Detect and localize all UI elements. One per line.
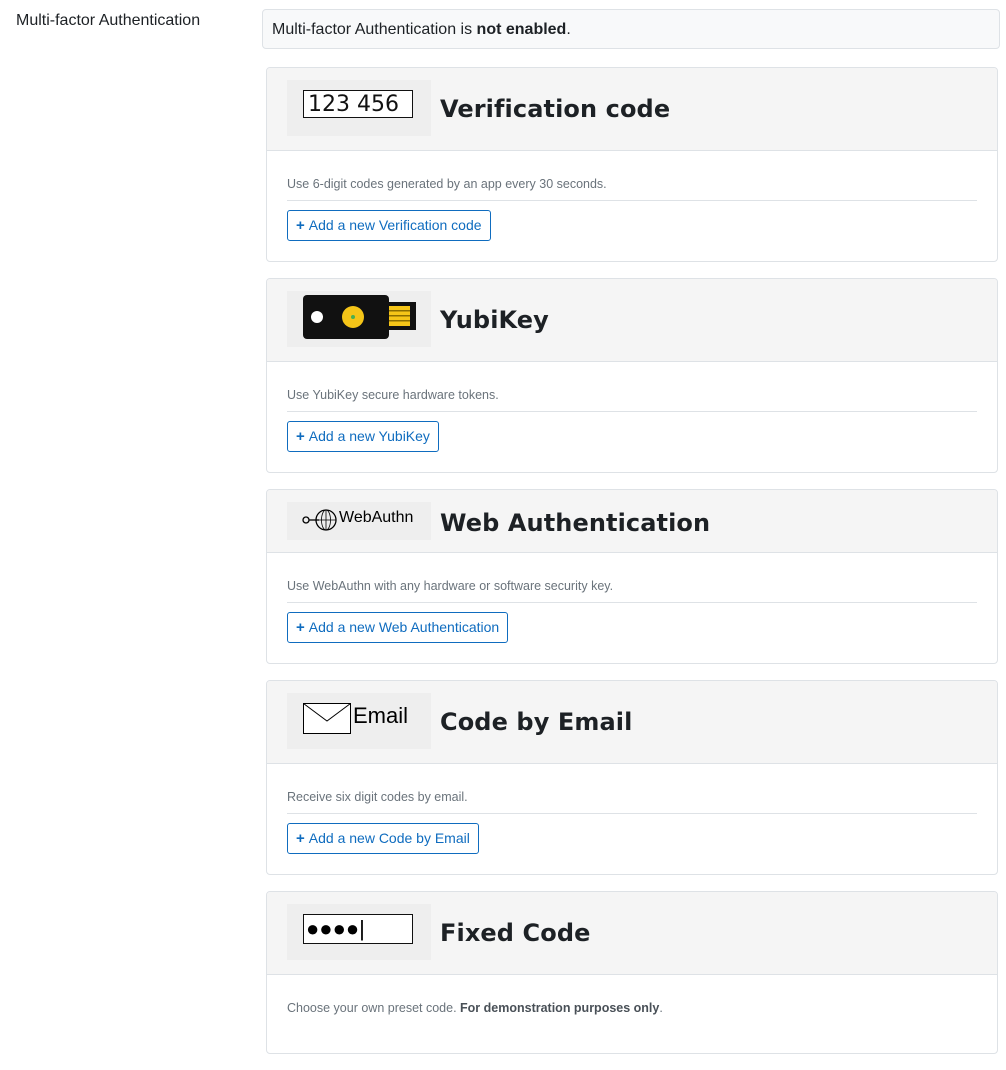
description-suffix: . xyxy=(659,1001,663,1015)
card-description: Choose your own preset code. For demonst… xyxy=(287,1001,977,1024)
card-header: ●●●●| Fixed Code xyxy=(267,892,997,975)
status-prefix: Multi-factor Authentication is xyxy=(272,21,477,38)
plus-icon: + xyxy=(296,428,305,445)
masked-code-logo-text: ●●●●| xyxy=(303,914,413,944)
card-description: Receive six digit codes by email. xyxy=(287,790,977,814)
card-description: Use YubiKey secure hardware tokens. xyxy=(287,388,977,412)
card-header: YubiKey xyxy=(267,279,997,362)
add-yubikey-button[interactable]: + Add a new YubiKey xyxy=(287,421,439,452)
email-logo: Email xyxy=(287,693,431,749)
fixed-code-logo: ●●●●| xyxy=(287,904,431,960)
card-body: Use YubiKey secure hardware tokens. + Add… xyxy=(267,362,997,472)
button-label: Add a new Code by Email xyxy=(308,830,470,846)
card-header: Email Code by Email xyxy=(267,681,997,764)
factor-card-totp: 123 456 Verification code Use 6-digit co… xyxy=(266,67,998,262)
yubikey-icon xyxy=(303,295,416,339)
card-header: 123 456 Verification code xyxy=(267,68,997,151)
plus-icon: + xyxy=(296,217,305,234)
card-body: Use WebAuthn with any hardware or softwa… xyxy=(267,553,997,663)
description-text: Choose your own preset code. xyxy=(287,1001,461,1015)
totp-logo: 123 456 xyxy=(287,80,431,136)
card-description: Use WebAuthn with any hardware or softwa… xyxy=(287,579,977,603)
webauthn-logo: WebAuthn xyxy=(287,502,431,540)
mfa-status-notice: Multi-factor Authentication is not enabl… xyxy=(262,9,1000,49)
add-webauthn-button[interactable]: + Add a new Web Authentication xyxy=(287,612,509,643)
email-logo-text: Email xyxy=(353,703,409,728)
factor-card-fixed-code: ●●●●| Fixed Code Choose your own preset … xyxy=(266,891,998,1054)
card-body: Use 6-digit codes generated by an app ev… xyxy=(267,151,997,261)
add-verification-code-button[interactable]: + Add a new Verification code xyxy=(287,210,491,241)
card-title: Verification code xyxy=(440,95,671,123)
card-title: Web Authentication xyxy=(440,509,711,537)
card-description: Use 6-digit codes generated by an app ev… xyxy=(287,177,977,201)
card-title: YubiKey xyxy=(440,306,549,334)
factor-card-yubikey: YubiKey Use YubiKey secure hardware toke… xyxy=(266,278,998,473)
webauthn-logo-text: WebAuthn xyxy=(339,509,414,526)
card-body: Choose your own preset code. For demonst… xyxy=(267,975,997,1053)
card-title: Fixed Code xyxy=(440,919,591,947)
factor-list: 123 456 Verification code Use 6-digit co… xyxy=(266,67,998,1070)
key-globe-icon xyxy=(302,509,337,531)
card-title: Code by Email xyxy=(440,708,633,736)
card-header: WebAuthn Web Authentication xyxy=(267,490,997,553)
description-bold: For demonstration purposes only xyxy=(460,1001,660,1015)
factor-card-webauthn: WebAuthn Web Authentication Use WebAuthn… xyxy=(266,489,998,664)
plus-icon: + xyxy=(296,619,305,636)
section-label: Multi-factor Authentication xyxy=(16,12,201,29)
card-body: Receive six digit codes by email. + Add a… xyxy=(267,764,997,874)
status-state: not enabled xyxy=(476,21,567,38)
envelope-icon xyxy=(303,703,351,734)
factor-card-email: Email Code by Email Receive six digit co… xyxy=(266,680,998,875)
yubikey-logo xyxy=(287,291,431,347)
code-logo-text: 123 456 xyxy=(303,90,413,118)
button-label: Add a new YubiKey xyxy=(308,428,430,444)
button-label: Add a new Verification code xyxy=(308,217,482,233)
plus-icon: + xyxy=(296,830,305,847)
add-email-code-button[interactable]: + Add a new Code by Email xyxy=(287,823,479,854)
button-label: Add a new Web Authentication xyxy=(308,619,500,635)
status-suffix: . xyxy=(566,21,571,38)
